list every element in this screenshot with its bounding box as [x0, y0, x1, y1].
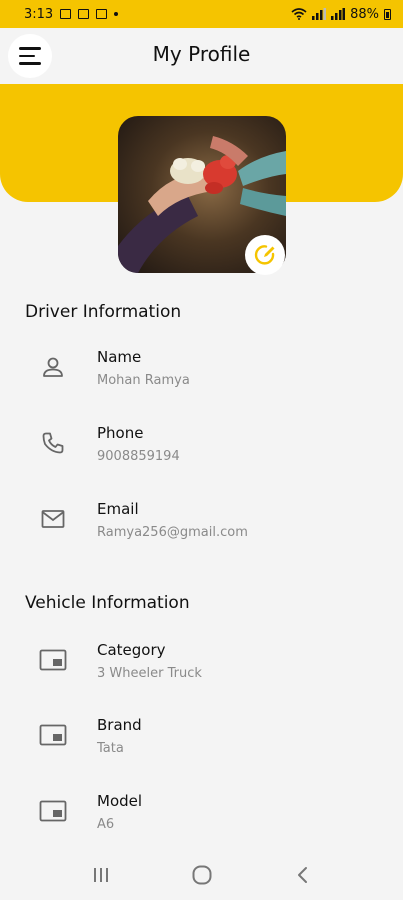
home-icon [192, 865, 211, 885]
phone-value: 9008859194 [97, 449, 180, 464]
wifi-icon [291, 8, 307, 20]
model-value: A6 [97, 817, 115, 832]
mail-notification-icon [78, 9, 90, 19]
mail-icon [38, 504, 68, 534]
gallery-notification-icon [60, 9, 72, 19]
email-value: Ramya256@gmail.com [97, 525, 248, 540]
phone-icon [38, 428, 68, 458]
back-button[interactable] [283, 855, 323, 895]
vehicle-info-title: Vehicle Information [25, 593, 190, 613]
back-icon [297, 867, 307, 883]
recent-apps-icon [93, 868, 108, 882]
recent-apps-button[interactable] [81, 855, 121, 895]
email-label: Email [97, 500, 139, 518]
status-right: 88% [291, 7, 391, 22]
status-bar: 3:13 88% [0, 0, 403, 28]
category-label: Category [97, 641, 166, 659]
driver-info-title: Driver Information [25, 302, 182, 322]
vehicle-card-icon [38, 645, 68, 675]
vehicle-card-icon [38, 796, 68, 826]
battery-icon [384, 8, 391, 20]
edit-photo-button[interactable] [245, 235, 285, 275]
phone-label: Phone [97, 424, 144, 442]
category-value: 3 Wheeler Truck [97, 666, 202, 681]
page-title: My Profile [152, 42, 251, 66]
driver-phone-row: Phone 9008859194 [0, 424, 403, 480]
driver-email-row: Email Ramya256@gmail.com [0, 500, 403, 556]
system-nav-bar [0, 850, 403, 900]
vehicle-brand-row: Brand Tata [0, 716, 403, 772]
calendar-notification-icon [96, 9, 108, 19]
vehicle-card-icon [38, 720, 68, 750]
brand-value: Tata [97, 741, 124, 756]
vehicle-category-row: Category 3 Wheeler Truck [0, 641, 403, 697]
signal-icon-2 [331, 8, 346, 20]
name-value: Mohan Ramya [97, 373, 190, 388]
name-label: Name [97, 348, 142, 366]
status-left: 3:13 [24, 6, 119, 22]
model-label: Model [97, 792, 143, 810]
brand-label: Brand [97, 716, 142, 734]
status-time: 3:13 [24, 6, 54, 22]
signal-icon [312, 8, 327, 20]
battery-percent: 88% [350, 6, 379, 22]
home-button[interactable] [182, 855, 222, 895]
vehicle-model-row: Model A6 [0, 792, 403, 848]
more-notifications-icon [114, 12, 119, 16]
driver-name-row: Name Mohan Ramya [0, 348, 403, 404]
edit-icon [254, 245, 275, 265]
app-header: My Profile [0, 28, 403, 84]
person-icon [38, 352, 68, 382]
